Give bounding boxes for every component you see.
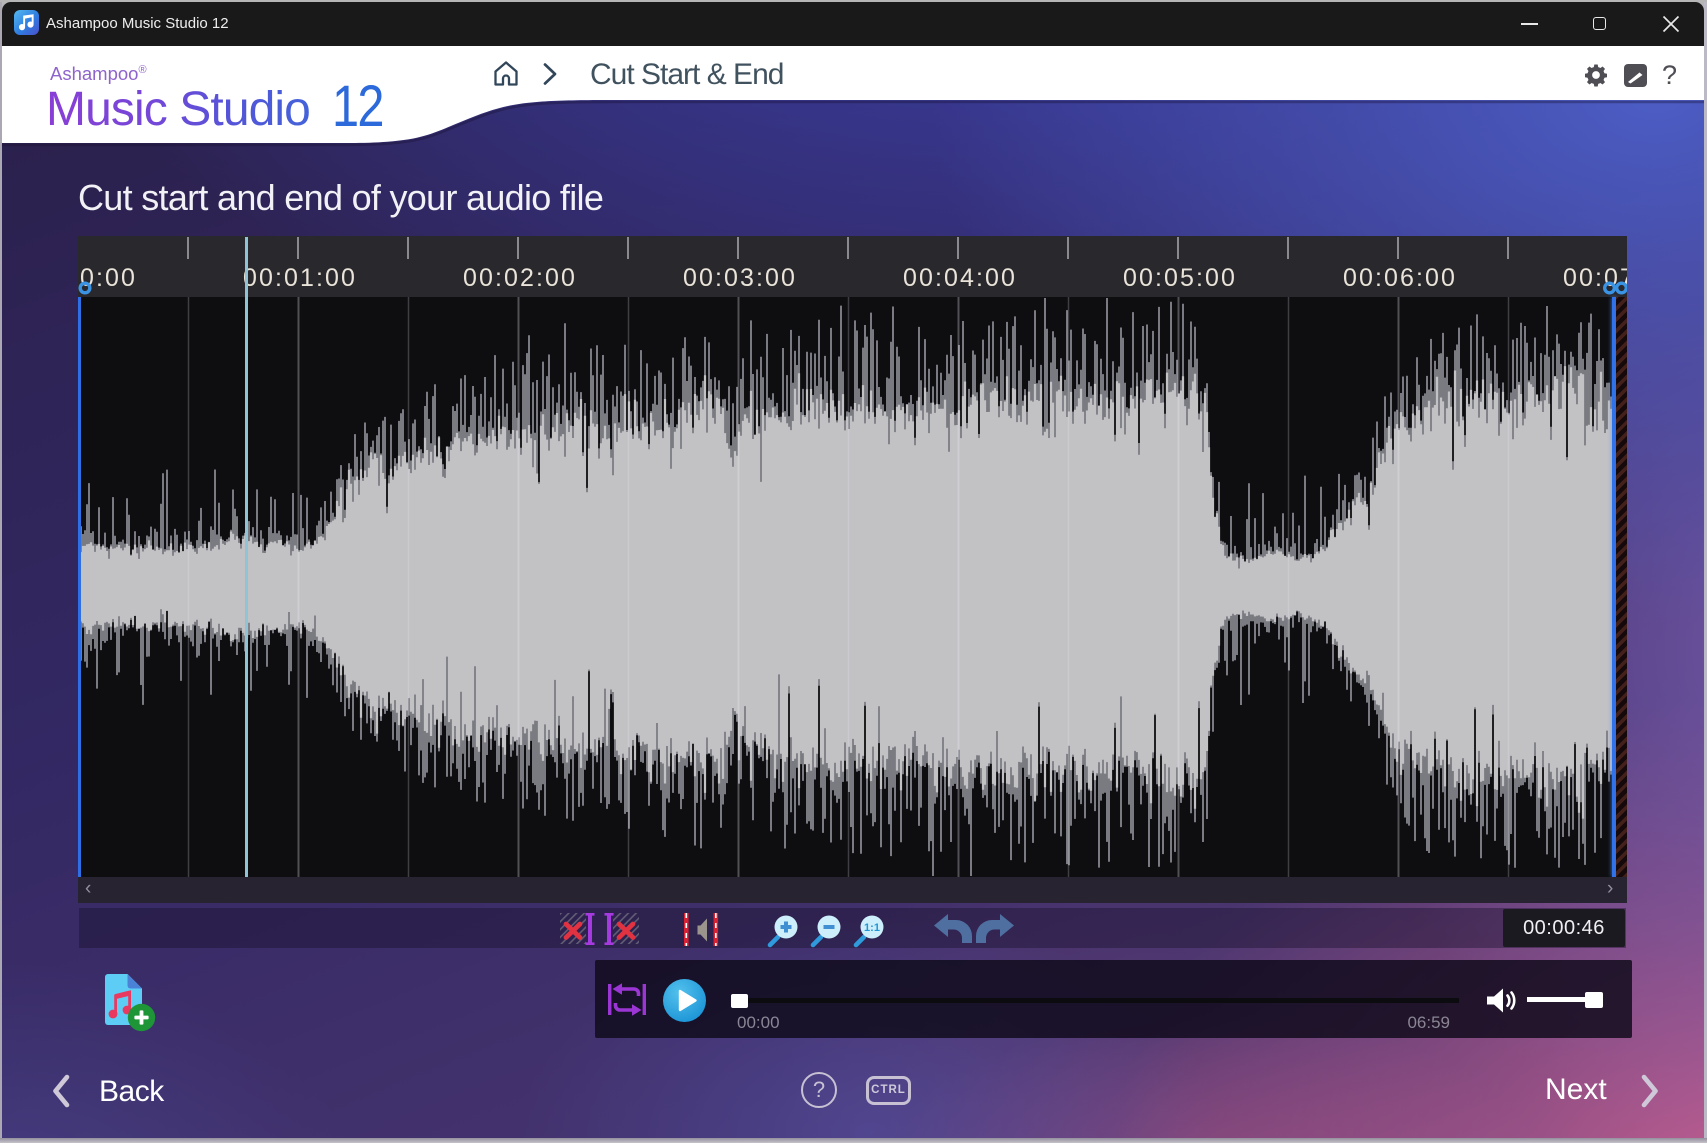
svg-text:1:1: 1:1 [864, 922, 880, 934]
